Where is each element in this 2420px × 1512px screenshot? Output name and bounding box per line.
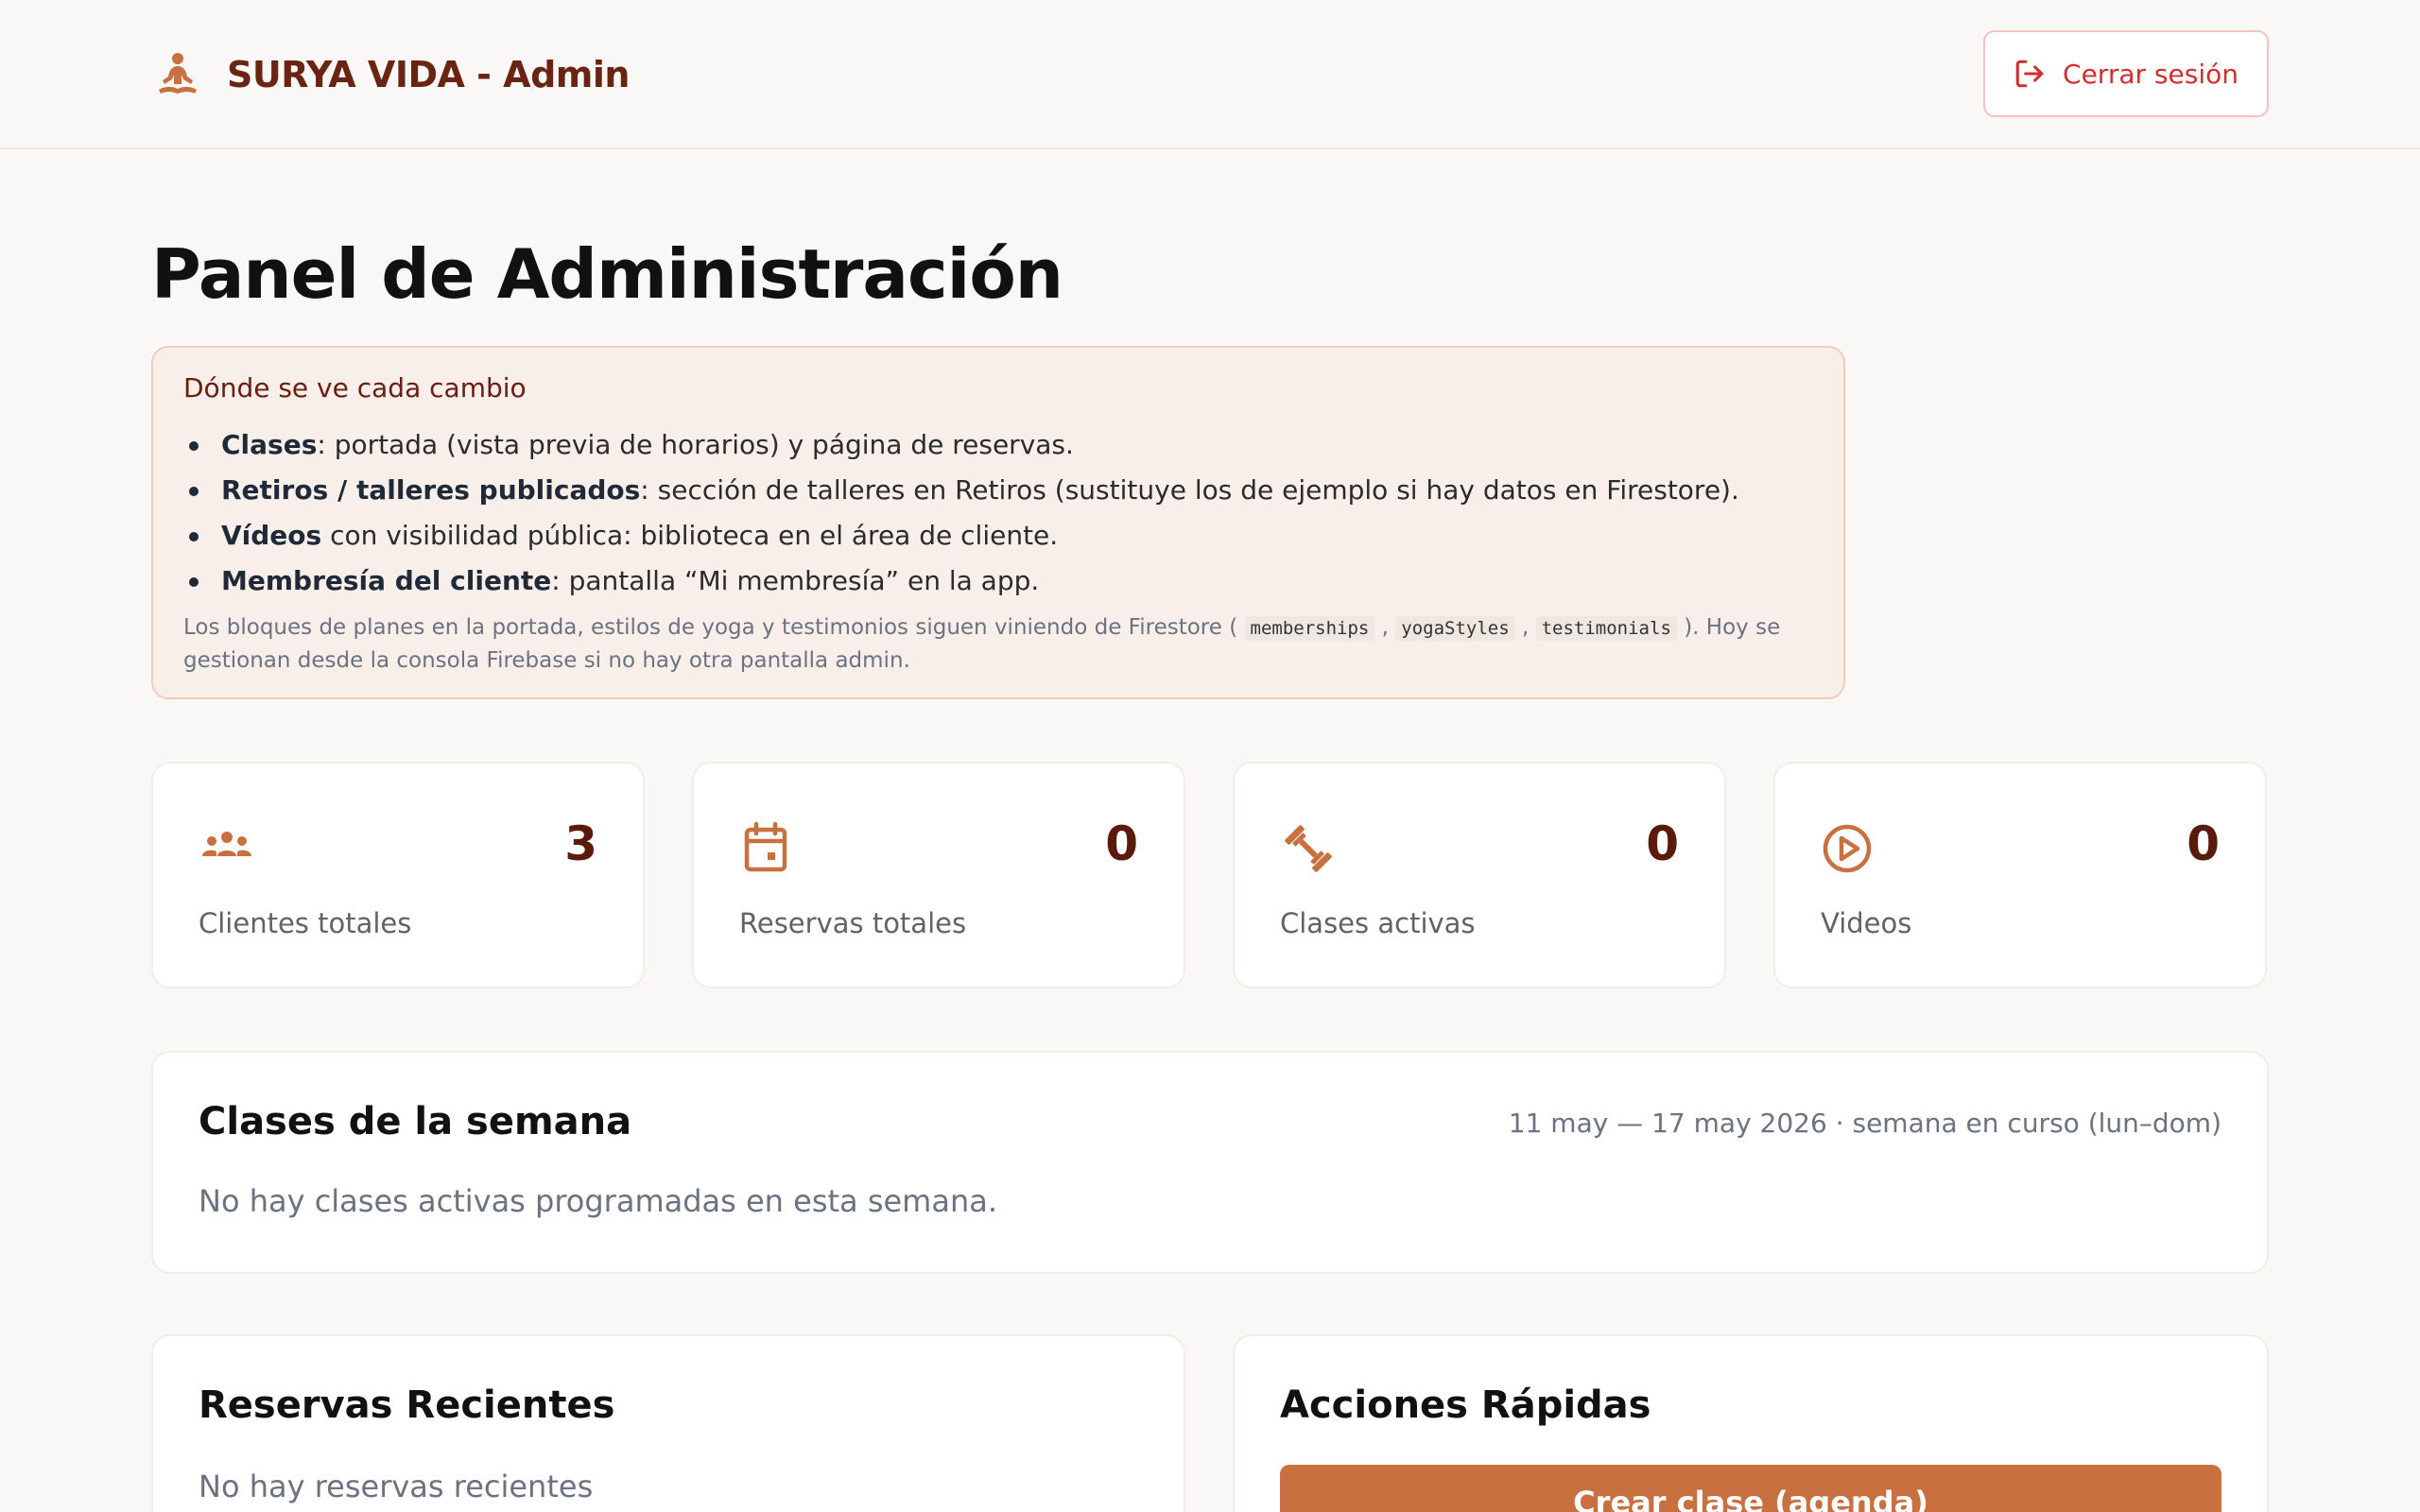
stat-label: Videos xyxy=(1821,907,1912,939)
info-item-text: : pantalla “Mi membresía” en la app. xyxy=(551,565,1040,596)
quick-actions-card: Acciones Rápidas Crear clase (agenda) xyxy=(1233,1334,2269,1512)
code-yogastyles: yogaStyles xyxy=(1395,616,1515,641)
stat-value: 3 xyxy=(564,816,597,871)
recent-bookings-title: Reservas Recientes xyxy=(199,1383,615,1427)
brand[interactable]: SURYA VIDA - Admin xyxy=(151,45,630,104)
brand-name: SURYA VIDA - Admin xyxy=(227,54,630,95)
code-memberships: memberships xyxy=(1244,616,1375,641)
top-bar: SURYA VIDA - Admin Cerrar sesión xyxy=(0,0,2420,149)
stat-card-clients: 3 Clientes totales xyxy=(151,762,645,988)
week-range: 11 may — 17 may 2026 · semana en curso (… xyxy=(1508,1108,2221,1139)
info-note: Los bloques de planes en la portada, est… xyxy=(183,615,1781,673)
info-item-retiros: Retiros / talleres publicados: sección d… xyxy=(183,468,1813,513)
info-title: Dónde se ve cada cambio xyxy=(183,372,527,404)
info-item-bold: Clases xyxy=(221,429,318,460)
stat-value: 0 xyxy=(1646,816,1679,871)
page-title: Panel de Administración xyxy=(151,234,1063,314)
recent-bookings-empty: No hay reservas recientes xyxy=(199,1469,594,1504)
info-item-text: : sección de talleres en Retiros (sustit… xyxy=(640,474,1739,506)
quick-actions-title: Acciones Rápidas xyxy=(1280,1383,1651,1427)
stat-value: 0 xyxy=(1105,816,1138,871)
info-item-bold: Vídeos xyxy=(221,520,322,551)
create-class-button[interactable]: Crear clase (agenda) xyxy=(1280,1465,2221,1512)
stat-card-classes: 0 Clases activas xyxy=(1233,762,1726,988)
week-title: Clases de la semana xyxy=(199,1100,632,1143)
meditation-icon xyxy=(159,53,197,94)
week-empty-message: No hay clases activas programadas en est… xyxy=(199,1183,998,1219)
stat-label: Clientes totales xyxy=(199,907,412,939)
info-item-videos: Vídeos con visibilidad pública: bibliote… xyxy=(183,513,1813,558)
stat-card-videos: 0 Videos xyxy=(1773,762,2267,988)
stat-value: 0 xyxy=(2187,816,2220,871)
info-item-bold: Membresía del cliente xyxy=(221,565,552,596)
users-icon xyxy=(202,832,251,856)
info-note-prefix: Los bloques de planes en la portada, est… xyxy=(183,615,1238,640)
logout-label: Cerrar sesión xyxy=(2063,58,2238,90)
info-item-text: con visibilidad pública: biblioteca en e… xyxy=(321,520,1059,551)
logout-icon xyxy=(2015,60,2044,88)
stat-card-bookings: 0 Reservas totales xyxy=(692,762,1185,988)
dumbbell-icon xyxy=(1285,825,1332,872)
info-box: Dónde se ve cada cambio Clases: portada … xyxy=(151,346,1845,699)
calendar-icon xyxy=(744,821,787,872)
stat-label: Reservas totales xyxy=(739,907,967,939)
stat-label: Clases activas xyxy=(1280,907,1476,939)
info-item-bold: Retiros / talleres publicados xyxy=(221,474,641,506)
info-item-membresia: Membresía del cliente: pantalla “Mi memb… xyxy=(183,558,1813,604)
info-list: Clases: portada (vista previa de horario… xyxy=(183,422,1813,604)
play-icon xyxy=(1823,824,1872,873)
logout-button[interactable]: Cerrar sesión xyxy=(1983,30,2269,117)
week-classes-card: Clases de la semana 11 may — 17 may 2026… xyxy=(151,1051,2269,1274)
info-item-text: : portada (vista previa de horarios) y p… xyxy=(317,429,1074,460)
info-item-clases: Clases: portada (vista previa de horario… xyxy=(183,422,1813,468)
code-testimonials: testimonials xyxy=(1535,616,1677,641)
recent-bookings-card: Reservas Recientes No hay reservas recie… xyxy=(151,1334,1185,1512)
